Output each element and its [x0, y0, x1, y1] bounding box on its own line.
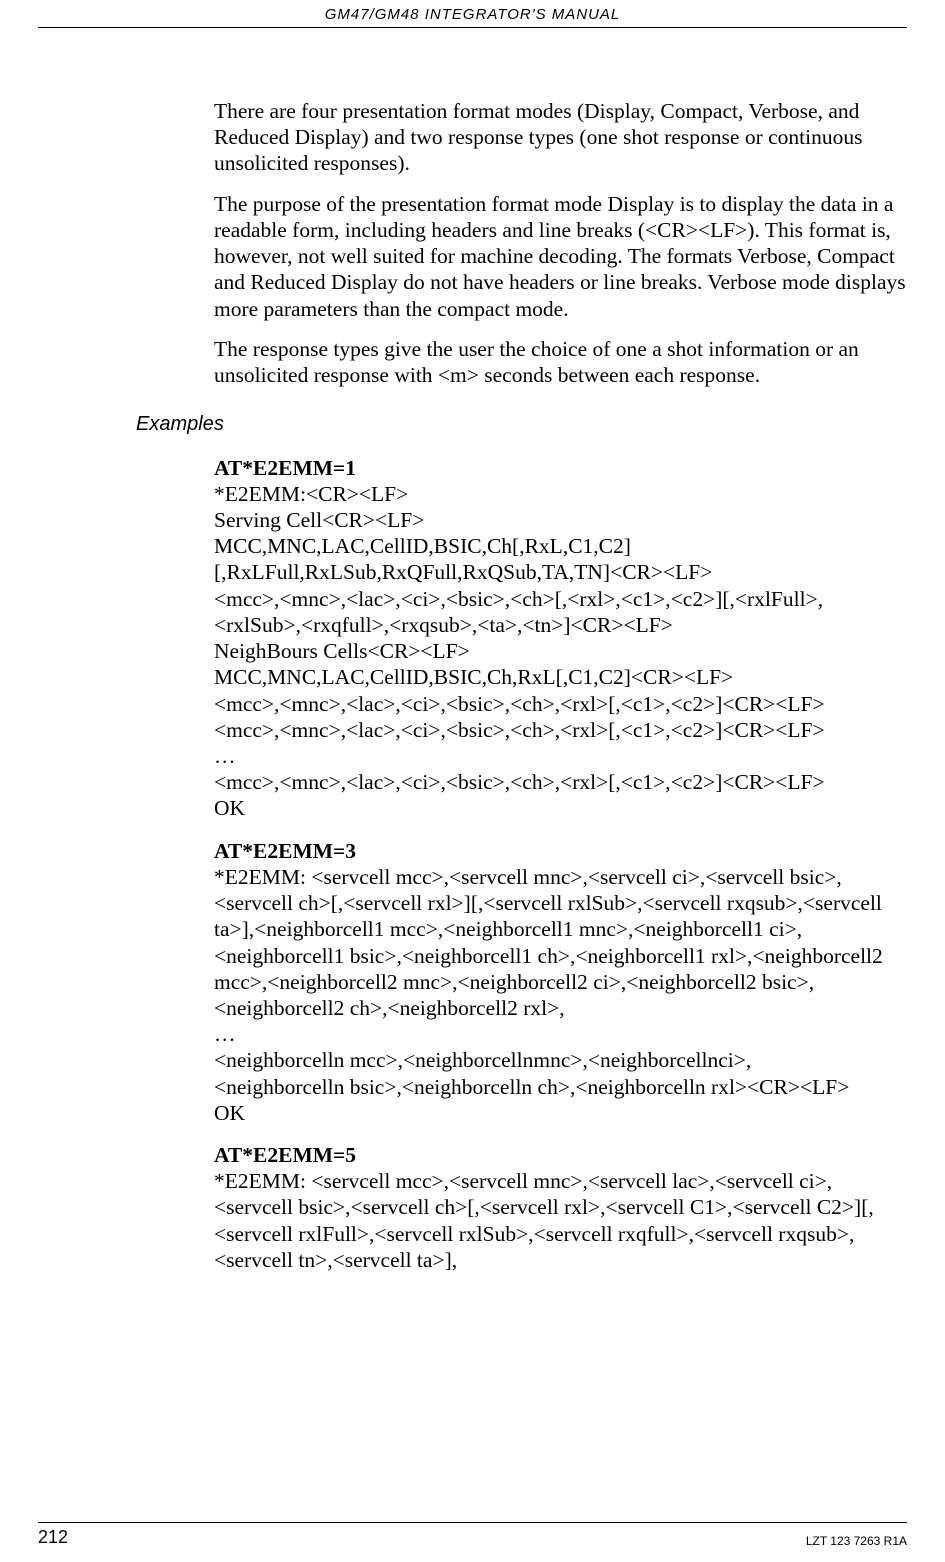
paragraph-intro-3: The response types give the user the cho… — [214, 336, 907, 388]
examples-heading: Examples — [136, 412, 907, 436]
page-number: 212 — [38, 1527, 68, 1548]
page: GM47/GM48 INTEGRATOR'S MANUAL There are … — [0, 0, 945, 1562]
example-1-title: AT*E2EMM=1 — [214, 456, 356, 480]
example-2-title: AT*E2EMM=3 — [214, 839, 356, 863]
paragraph-intro-2: The purpose of the presentation format m… — [214, 191, 907, 322]
page-footer: 212 LZT 123 7263 R1A — [38, 1514, 907, 1548]
example-3-title: AT*E2EMM=5 — [214, 1143, 356, 1167]
body-content: There are four presentation format modes… — [214, 28, 907, 1273]
footer-row: 212 LZT 123 7263 R1A — [38, 1527, 907, 1548]
example-3-body: *E2EMM: <servcell mcc>,<servcell mnc>,<s… — [214, 1169, 874, 1272]
running-header: GM47/GM48 INTEGRATOR'S MANUAL — [38, 0, 907, 27]
example-2: AT*E2EMM=3 *E2EMM: <servcell mcc>,<servc… — [214, 838, 907, 1126]
footer-rule — [38, 1522, 907, 1523]
example-1: AT*E2EMM=1 *E2EMM:<CR><LF> Serving Cell<… — [214, 455, 907, 822]
document-id: LZT 123 7263 R1A — [806, 1534, 907, 1548]
example-2-body: *E2EMM: <servcell mcc>,<servcell mnc>,<s… — [214, 865, 888, 1125]
paragraph-intro-1: There are four presentation format modes… — [214, 98, 907, 177]
example-1-body: *E2EMM:<CR><LF> Serving Cell<CR><LF> MCC… — [214, 482, 825, 821]
example-3: AT*E2EMM=5 *E2EMM: <servcell mcc>,<servc… — [214, 1142, 907, 1273]
